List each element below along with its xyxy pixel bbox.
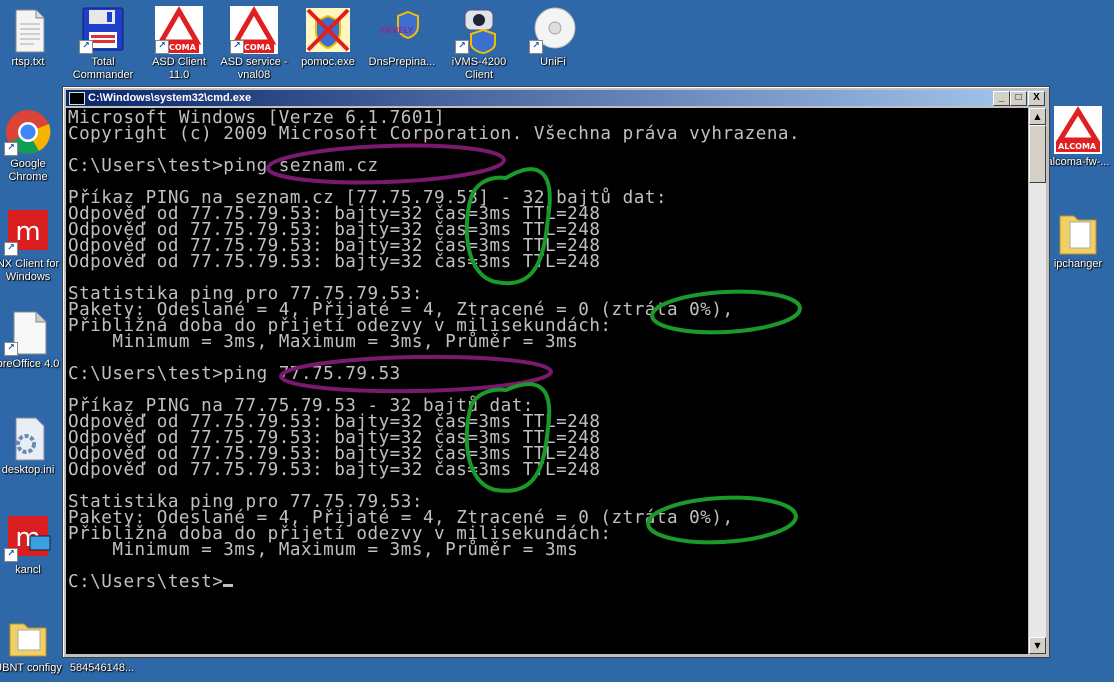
desktop-icon-unifi[interactable]: ↗ UniFi	[513, 6, 593, 69]
console-line: Minimum = 3ms, Maximum = 3ms, Průměr = 3…	[68, 332, 579, 352]
desktop-icon-label: UBNT configy	[0, 662, 62, 674]
alcoma-icon: COMA ↗	[230, 6, 278, 54]
floppy-disk-icon: ↗	[79, 6, 127, 54]
desktop-icon-label: DnsPrepina...	[368, 56, 436, 68]
alcoma-icon: ALCOMA	[1054, 106, 1102, 154]
shortcut-arrow-icon: ↗	[230, 40, 244, 54]
desktop-icon-asd-client[interactable]: COMA ↗ ASD Client 11.0	[139, 6, 219, 82]
shortcut-arrow-icon: ↗	[4, 548, 18, 562]
desktop-icon-label: desktop.ini	[1, 464, 55, 476]
desktop-icon-label: breOffice 4.0	[0, 358, 60, 370]
console-line: Minimum = 3ms, Maximum = 3ms, Průměr = 3…	[68, 540, 579, 560]
alcoma-badge: COMA	[244, 43, 271, 52]
scroll-up-button[interactable]: ▲	[1029, 108, 1046, 125]
chrome-icon: ↗	[4, 108, 52, 156]
console-line: C:\Users\test>ping 77.75.79.53	[68, 364, 401, 384]
minimize-button[interactable]: _	[993, 91, 1010, 106]
shortcut-arrow-icon: ↗	[4, 242, 18, 256]
alcoma-badge: ALCOMA	[1058, 142, 1097, 151]
camera-shield-icon: ↗	[455, 6, 503, 55]
scrollbar-thumb[interactable]	[1029, 125, 1046, 183]
desktop-icon-label: Google Chrome	[8, 158, 48, 183]
desktop-icon-dnsprepina[interactable]: SKVELY DnsPrepina...	[362, 6, 442, 69]
desktop-icon-chrome[interactable]: ↗ Google Chrome	[0, 108, 68, 184]
shortcut-arrow-icon: ↗	[155, 40, 169, 54]
desktop-icon-label: ASD Client 11.0	[152, 56, 206, 81]
text-cursor	[223, 584, 234, 587]
console-line: C:\Users\test>ping seznam.cz	[68, 156, 379, 176]
maximize-button[interactable]: □	[1010, 91, 1027, 106]
desktop-icon-libreoffice[interactable]: ↗ breOffice 4.0	[0, 308, 68, 371]
shortcut-arrow-icon: ↗	[529, 40, 543, 54]
desktop-icon-total-commander[interactable]: ↗ Total Commander	[63, 6, 143, 82]
desktop-icon-pomoc[interactable]: pomoc.exe	[288, 6, 368, 69]
shortcut-arrow-icon: ↗	[455, 40, 469, 54]
desktop-icon-ubnt-configy[interactable]: UBNT configy	[0, 612, 68, 675]
desktop-icon-asd-service[interactable]: COMA ↗ ASD service - vnal08	[214, 6, 294, 82]
shortcut-arrow-icon: ↗	[79, 40, 93, 54]
text-file-icon	[4, 6, 52, 54]
vertical-scrollbar[interactable]: ▲ ▼	[1029, 108, 1046, 654]
disc-icon: ↗	[529, 6, 577, 54]
desktop-icon-label: ASD service - vnal08	[220, 56, 288, 81]
window-titlebar[interactable]: C:\Windows\system32\cmd.exe _ □ X	[66, 90, 1046, 106]
desktop-icon-label: iVMS-4200 Client	[451, 56, 507, 81]
close-button[interactable]: X	[1028, 91, 1045, 106]
libreoffice-icon: ↗	[4, 308, 52, 356]
desktop-icon-rtsp[interactable]: rtsp.txt	[0, 6, 68, 69]
cmd-window[interactable]: C:\Windows\system32\cmd.exe _ □ X Micros…	[62, 86, 1050, 658]
folder-icon	[1054, 208, 1102, 256]
window-title: C:\Windows\system32\cmd.exe	[88, 92, 252, 104]
console-line: Odpověď od 77.75.79.53: bajty=32 čas=3ms…	[68, 252, 601, 272]
settings-file-icon	[4, 414, 52, 462]
cmd-app-icon	[69, 92, 85, 105]
nx-client-icon: m ↗	[4, 514, 52, 562]
console-prompt: C:\Users\test>	[68, 572, 224, 592]
desktop-icon-label: UniFi	[540, 56, 566, 68]
desktop-icon-label: pomoc.exe	[301, 56, 355, 68]
console-line: Copyright (c) 2009 Microsoft Corporation…	[68, 124, 801, 144]
svg-text:m: m	[15, 217, 40, 247]
console-prompt-line[interactable]: C:\Users\test>	[68, 572, 1028, 592]
console-output[interactable]: Microsoft Windows [Verze 6.1.7601] Copyri…	[66, 108, 1028, 654]
desktop-icon-label: kancl	[15, 564, 41, 576]
shortcut-arrow-icon: ↗	[4, 342, 18, 356]
scroll-down-button[interactable]: ▼	[1029, 637, 1046, 654]
desktop-icon-ivms[interactable]: ↗ iVMS-4200 Client	[439, 6, 519, 82]
desktop-icon-label: Total Commander	[72, 56, 134, 81]
desktop-icon-label: 584546148...	[69, 662, 135, 674]
alcoma-badge: COMA	[169, 43, 196, 52]
dns-badge: SKVELY	[380, 26, 414, 35]
dns-switch-icon: SKVELY	[378, 6, 426, 54]
console-line: Odpověď od 77.75.79.53: bajty=32 čas=3ms…	[68, 460, 601, 480]
shield-crossed-icon	[304, 6, 352, 54]
desktop-icon-kancl[interactable]: m ↗ kancl	[0, 514, 68, 577]
desktop-icon-desktop-ini[interactable]: desktop.ini	[0, 414, 68, 477]
alcoma-icon: COMA ↗	[155, 6, 203, 54]
desktop-icon-label: rtsp.txt	[11, 56, 45, 68]
desktop-icon-nx-client[interactable]: m ↗ NX Client for Windows	[0, 208, 68, 284]
shortcut-arrow-icon: ↗	[4, 142, 18, 156]
folder-icon	[4, 612, 52, 660]
desktop-icon-label: NX Client for Windows	[0, 258, 60, 283]
nx-client-icon: m ↗	[4, 208, 52, 256]
